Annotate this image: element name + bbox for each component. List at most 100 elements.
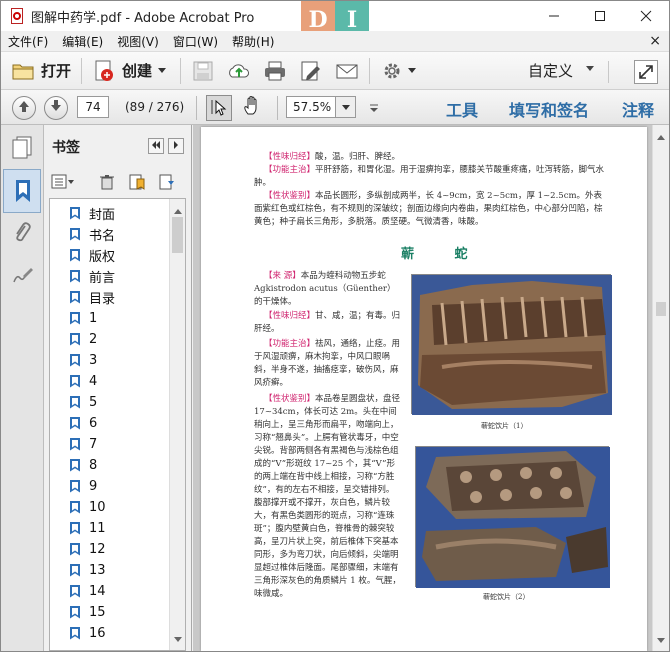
toolbar-separator xyxy=(369,57,371,84)
bookmark-item[interactable]: 11 xyxy=(70,518,106,539)
menu-file[interactable]: 文件(F) xyxy=(1,33,55,50)
print-button[interactable] xyxy=(257,56,293,86)
document-scroll-thumb[interactable] xyxy=(656,302,666,316)
open-label: 打开 xyxy=(41,62,72,80)
previous-page-button[interactable] xyxy=(12,96,36,120)
scroll-up-icon[interactable] xyxy=(657,129,665,143)
minimize-button[interactable] xyxy=(531,1,577,31)
herb-title: 蕲 蛇 xyxy=(401,247,486,262)
bookmark-label: 版权 xyxy=(89,250,116,265)
bookmark-item[interactable]: 版权 xyxy=(70,245,115,266)
tag-label: 【来 源】 xyxy=(264,271,301,281)
document-scrollbar[interactable] xyxy=(652,125,669,651)
create-button[interactable]: 创建 xyxy=(86,56,172,86)
customize-dropdown[interactable]: 自定义 xyxy=(528,60,573,81)
bookmark-item[interactable]: 14 xyxy=(70,581,106,602)
menu-bar: 文件(F) 编辑(E) 视图(V) 窗口(W) 帮助(H) × xyxy=(1,31,669,52)
photo-caption-1: 蕲蛇饮片（1） xyxy=(481,422,528,430)
hand-tool-button[interactable] xyxy=(239,95,265,121)
bookmark-item[interactable]: 12 xyxy=(70,539,106,560)
section-function: 【功能主治】祛风，通络，止痉。用于风湿顽痹，麻木拘挛，中风口眼㖞斜，半身不遂，抽… xyxy=(254,338,402,390)
more-tools-toggle[interactable] xyxy=(369,102,379,116)
bookmark-options-button[interactable] xyxy=(51,173,75,194)
new-bookmark-icon xyxy=(129,174,145,190)
panel-options-button[interactable] xyxy=(168,138,184,154)
bookmark-item[interactable]: 1 xyxy=(70,308,97,329)
tools-link[interactable]: 工具 xyxy=(446,97,478,121)
bookmark-scrollbar[interactable] xyxy=(169,199,185,650)
bookmark-item[interactable]: 6 xyxy=(70,413,97,434)
bookmark-item[interactable]: 7 xyxy=(70,434,97,455)
upload-cloud-button[interactable] xyxy=(221,56,257,86)
fullscreen-button[interactable] xyxy=(634,60,658,84)
edit-button[interactable] xyxy=(293,56,329,86)
collapse-panel-button[interactable] xyxy=(148,138,164,154)
bookmark-icon xyxy=(70,480,80,494)
scroll-down-icon[interactable] xyxy=(657,633,665,647)
email-button[interactable] xyxy=(329,56,365,86)
bookmark-icon xyxy=(70,459,80,473)
expand-bookmark-button[interactable] xyxy=(158,173,176,194)
close-window-button[interactable] xyxy=(623,1,669,31)
page-number-input[interactable]: 74 xyxy=(77,96,109,118)
document-viewer: 【性味归经】酸，温。归肝、脾经。 【功能主治】平肝舒筋，和胃化湿。用于湿痹拘挛，… xyxy=(193,125,669,651)
bookmark-item[interactable]: 9 xyxy=(70,476,97,497)
bookmark-icon xyxy=(70,438,80,452)
bookmark-item[interactable]: 4 xyxy=(70,371,97,392)
new-bookmark-button[interactable] xyxy=(128,173,146,194)
toolbar-separator xyxy=(608,61,609,83)
photo-caption-2: 蕲蛇饮片（2） xyxy=(483,593,530,601)
signatures-button[interactable] xyxy=(9,263,35,289)
bookmark-item[interactable]: 16 xyxy=(70,623,106,644)
menu-help[interactable]: 帮助(H) xyxy=(225,33,281,50)
zoom-dropdown-button[interactable] xyxy=(336,96,356,118)
arrow-down-icon xyxy=(49,99,63,117)
zoom-input[interactable]: 57.5% xyxy=(286,96,336,118)
bookmark-icon xyxy=(70,333,80,347)
bookmark-label: 封面 xyxy=(89,208,116,223)
open-button[interactable]: 打开 xyxy=(5,56,77,86)
pdf-page: 【性味归经】酸，温。归肝、脾经。 【功能主治】平肝舒筋，和胃化湿。用于湿痹拘挛，… xyxy=(201,127,647,651)
fill-sign-link[interactable]: 填写和签名 xyxy=(509,97,589,121)
bookmark-label: 4 xyxy=(89,374,98,389)
page-count: (89 / 276) xyxy=(125,100,185,114)
bookmark-icon xyxy=(70,606,80,620)
tag-label: 【功能主治】 xyxy=(264,339,316,349)
menu-edit[interactable]: 编辑(E) xyxy=(55,33,110,50)
bookmark-item[interactable]: 封面 xyxy=(70,203,115,224)
page-thumbnails-button[interactable] xyxy=(9,135,35,161)
bookmark-item[interactable]: 10 xyxy=(70,497,106,518)
bookmark-item[interactable]: 15 xyxy=(70,602,106,623)
close-document-button[interactable]: × xyxy=(649,33,661,49)
settings-button[interactable] xyxy=(374,56,422,86)
para-text: 酸，温。归肝、脾经。 xyxy=(315,152,401,162)
bookmark-item[interactable]: 13 xyxy=(70,560,106,581)
toolbar-separator xyxy=(81,57,83,84)
maximize-button[interactable] xyxy=(577,1,623,31)
bookmark-item[interactable]: 2 xyxy=(70,329,97,350)
bookmark-scroll-thumb[interactable] xyxy=(172,217,183,253)
bookmark-item[interactable]: 前言 xyxy=(70,266,115,287)
select-tool-button[interactable] xyxy=(206,95,232,121)
bookmark-item[interactable]: 3 xyxy=(70,350,97,371)
window-title: 图解中药学.pdf - Adobe Acrobat Pro xyxy=(31,10,255,26)
expand-icon xyxy=(635,65,657,86)
attachments-button[interactable] xyxy=(9,221,35,247)
bookmark-label: 1 xyxy=(89,311,98,326)
delete-bookmark-button[interactable] xyxy=(98,173,116,194)
para-top-1: 【性味归经】酸，温。归肝、脾经。 xyxy=(264,151,609,164)
scroll-up-icon[interactable] xyxy=(174,203,182,217)
menu-view[interactable]: 视图(V) xyxy=(110,33,166,50)
tag-label: 【功能主治】 xyxy=(264,165,316,175)
comment-link[interactable]: 注释 xyxy=(622,97,654,121)
bookmark-item[interactable]: 8 xyxy=(70,455,97,476)
scroll-down-icon[interactable] xyxy=(174,632,182,646)
save-button[interactable] xyxy=(185,56,221,86)
menu-window[interactable]: 窗口(W) xyxy=(166,33,225,50)
bookmark-label: 9 xyxy=(89,479,98,494)
bookmark-item[interactable]: 5 xyxy=(70,392,97,413)
bookmarks-panel-button[interactable] xyxy=(3,169,41,213)
next-page-button[interactable] xyxy=(44,96,68,120)
bookmark-item[interactable]: 目录 xyxy=(70,287,115,308)
bookmark-item[interactable]: 书名 xyxy=(70,224,115,245)
